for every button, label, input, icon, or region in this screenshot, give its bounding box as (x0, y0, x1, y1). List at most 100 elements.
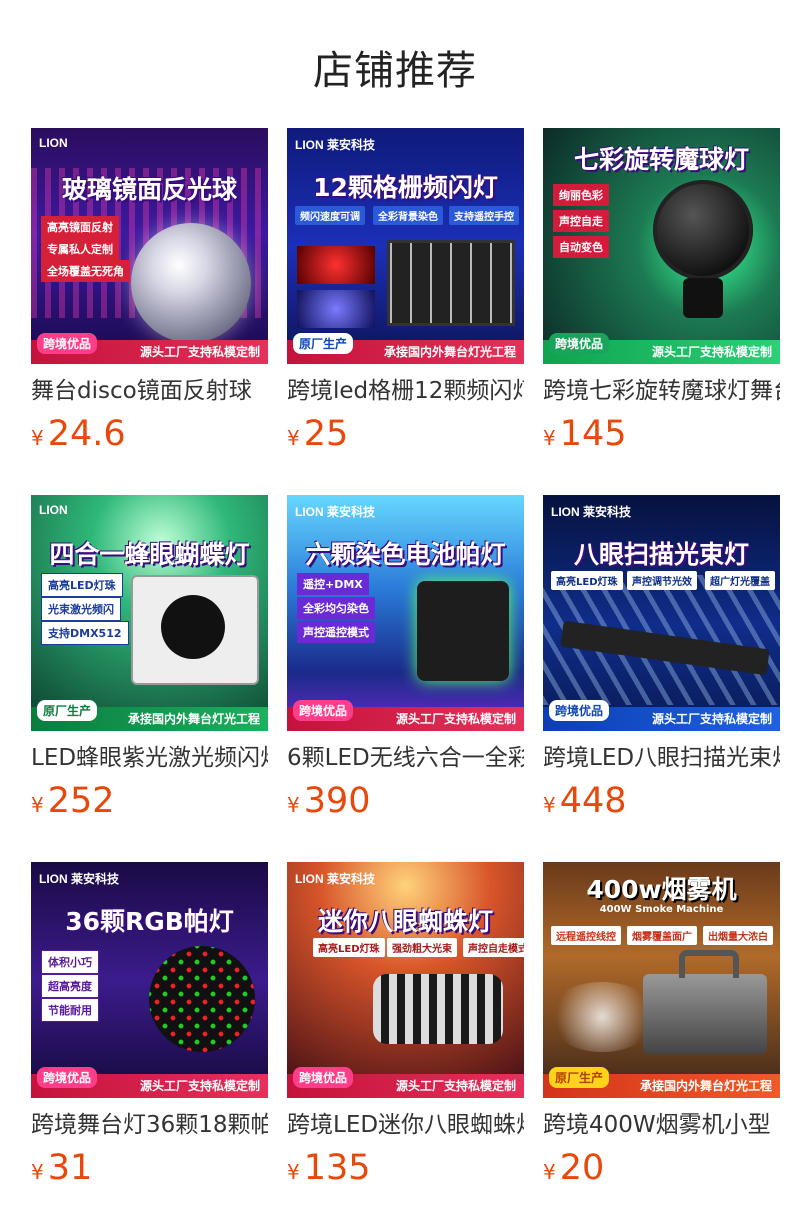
thumb-badge: 原厂生产 (37, 700, 98, 721)
product-card[interactable]: LION 莱安科技 六颗染色电池帕灯 遥控+DMX 全彩均匀染色 声控遥控模式 … (287, 495, 524, 827)
product-price: ¥390 (287, 781, 524, 827)
feature-tag: 烟雾覆盖面广 (627, 926, 697, 945)
brand-logo: LION (39, 503, 68, 517)
product-name[interactable]: 舞台disco镜面反射球 (31, 376, 268, 406)
feature-tag: 声控自走模式 (463, 938, 524, 957)
product-thumbnail[interactable]: LION 莱安科技 迷你八眼蜘蛛灯 高亮LED灯珠 强劲粗大光束 声控自走模式 … (287, 862, 524, 1098)
feature-tag: 高亮LED灯珠 (551, 571, 623, 590)
product-thumbnail[interactable]: LION 莱安科技 12颗格栅频闪灯 频闪速度可调 全彩背景染色 支持遥控手控 … (287, 128, 524, 364)
product-thumbnail[interactable]: LION 玻璃镜面反光球 高亮镜面反射 专属私人定制 全场覆盖无死角 跨境优品 … (31, 128, 268, 364)
product-name[interactable]: 跨境七彩旋转魔球灯舞台灯 (543, 376, 780, 406)
product-thumbnail[interactable]: 七彩旋转魔球灯 绚丽色彩 声控自走 自动变色 跨境优品 源头工厂支持私模定制 (543, 128, 780, 364)
feature-chip: 节能耐用 (41, 998, 99, 1022)
thumb-headline: 四合一蜂眼蝴蝶灯 (49, 540, 250, 569)
price-currency: ¥ (287, 793, 300, 817)
product-name[interactable]: 跨境led格栅12颗频闪灯 (287, 376, 524, 406)
product-card[interactable]: LION 莱安科技 迷你八眼蜘蛛灯 高亮LED灯珠 强劲粗大光束 声控自走模式 … (287, 862, 524, 1194)
feature-chip: 全场覆盖无死角 (41, 260, 130, 282)
feature-chip: 超高亮度 (41, 974, 99, 998)
price-value: 24.6 (47, 414, 126, 454)
thumb-footer-text: 源头工厂支持私模定制 (651, 712, 772, 726)
brand-logo: LION 莱安科技 (295, 505, 375, 519)
product-card[interactable]: LION 四合一蜂眼蝴蝶灯 高亮LED灯珠 光束激光频闪 支持DMX512 原厂… (31, 495, 268, 827)
ball-base-graphic (683, 278, 723, 318)
feature-chip: 自动变色 (553, 236, 609, 258)
product-card[interactable]: 400w烟雾机 400W Smoke Machine 远程遥控线控 烟雾覆盖面广… (543, 862, 780, 1194)
feature-chip: 绚丽色彩 (553, 184, 609, 206)
red-light-preview (297, 246, 375, 284)
thumb-badge: 跨境优品 (549, 700, 610, 721)
feature-tag: 超广灯光覆盖 (705, 571, 775, 590)
product-name[interactable]: 跨境LED八眼扫描光束灯 (543, 743, 780, 773)
product-price: ¥24.6 (31, 414, 268, 460)
product-price: ¥448 (543, 781, 780, 827)
price-currency: ¥ (287, 426, 300, 450)
product-card[interactable]: 七彩旋转魔球灯 绚丽色彩 声控自走 自动变色 跨境优品 源头工厂支持私模定制 跨… (543, 128, 780, 460)
thumb-badge: 跨境优品 (293, 700, 354, 721)
product-card[interactable]: LION 莱安科技 12颗格栅频闪灯 频闪速度可调 全彩背景染色 支持遥控手控 … (287, 128, 524, 460)
feature-chip: 体积小巧 (41, 950, 99, 974)
thumb-footer-text: 承接国内外舞台灯光工程 (127, 712, 260, 726)
product-card[interactable]: LION 莱安科技 八眼扫描光束灯 高亮LED灯珠 声控调节光效 超广灯光覆盖 … (543, 495, 780, 827)
product-thumbnail[interactable]: 400w烟雾机 400W Smoke Machine 远程遥控线控 烟雾覆盖面广… (543, 862, 780, 1098)
price-value: 25 (303, 414, 349, 454)
product-card[interactable]: LION 玻璃镜面反光球 高亮镜面反射 专属私人定制 全场覆盖无死角 跨境优品 … (31, 128, 268, 460)
feature-chip: 高亮镜面反射 (41, 216, 119, 238)
price-value: 20 (559, 1148, 605, 1188)
feature-chip: 声控自走 (553, 210, 609, 232)
product-name[interactable]: 6颗LED无线六合一全彩帕灯 (287, 743, 524, 773)
mirror-ball-graphic (131, 223, 251, 343)
brand-logo: LION 莱安科技 (551, 505, 631, 519)
product-price: ¥25 (287, 414, 524, 460)
product-card[interactable]: LION 莱安科技 36颗RGB帕灯 体积小巧 超高亮度 节能耐用 跨境优品 源… (31, 862, 268, 1194)
product-price: ¥252 (31, 781, 268, 827)
page-title: 店铺推荐 (313, 48, 477, 94)
feature-chip: 支持DMX512 (41, 621, 129, 645)
price-currency: ¥ (31, 426, 44, 450)
product-thumbnail[interactable]: LION 莱安科技 八眼扫描光束灯 高亮LED灯珠 声控调节光效 超广灯光覆盖 … (543, 495, 780, 731)
price-currency: ¥ (543, 426, 556, 450)
thumb-headline: 迷你八眼蜘蛛灯 (317, 907, 493, 936)
product-thumbnail[interactable]: LION 莱安科技 六颗染色电池帕灯 遥控+DMX 全彩均匀染色 声控遥控模式 … (287, 495, 524, 731)
smoke-cloud-graphic (547, 982, 657, 1052)
thumb-headline: 36颗RGB帕灯 (65, 907, 234, 936)
thumb-headline: 八眼扫描光束灯 (573, 540, 749, 569)
feature-tag: 频闪速度可调 (295, 206, 365, 225)
price-value: 252 (47, 781, 115, 821)
product-thumbnail[interactable]: LION 莱安科技 36颗RGB帕灯 体积小巧 超高亮度 节能耐用 跨境优品 源… (31, 862, 268, 1098)
feature-tag: 支持遥控手控 (449, 206, 519, 225)
price-value: 135 (303, 1148, 371, 1188)
brand-logo: LION 莱安科技 (295, 872, 375, 886)
thumb-badge: 跨境优品 (37, 333, 98, 354)
brand-logo: LION 莱安科技 (39, 872, 119, 886)
product-name[interactable]: 跨境舞台灯36颗18颗帕灯 (31, 1110, 268, 1140)
thumb-footer-text: 承接国内外舞台灯光工程 (639, 1079, 772, 1093)
price-value: 145 (559, 414, 627, 454)
price-currency: ¥ (543, 1160, 556, 1184)
product-name[interactable]: 跨境LED迷你八眼蜘蛛灯 (287, 1110, 524, 1140)
feature-chip: 高亮LED灯珠 (41, 573, 123, 597)
strobe-light-graphic (387, 240, 515, 326)
price-value: 448 (559, 781, 627, 821)
feature-tag: 声控调节光效 (627, 571, 697, 590)
butterfly-light-lens (161, 595, 225, 659)
thumb-headline: 玻璃镜面反光球 (61, 175, 237, 204)
price-currency: ¥ (31, 1160, 44, 1184)
thumb-footer-text: 源头工厂支持私模定制 (139, 345, 260, 359)
thumb-headline: 六颗染色电池帕灯 (305, 540, 506, 569)
product-price: ¥31 (31, 1148, 268, 1194)
brand-logo: LION 莱安科技 (295, 138, 375, 152)
thumb-footer-text: 承接国内外舞台灯光工程 (383, 345, 516, 359)
thumb-footer-text: 源头工厂支持私模定制 (139, 1079, 260, 1093)
magic-ball-graphic (653, 180, 753, 280)
thumb-badge: 跨境优品 (37, 1067, 98, 1088)
feature-chip: 遥控+DMX (297, 573, 369, 595)
brand-logo: LION (39, 136, 68, 150)
thumb-headline: 400w烟雾机 (586, 875, 737, 904)
price-value: 31 (47, 1148, 93, 1188)
feature-tag: 远程遥控线控 (551, 926, 621, 945)
product-name[interactable]: LED蜂眼紫光激光频闪灯 (31, 743, 268, 773)
product-thumbnail[interactable]: LION 四合一蜂眼蝴蝶灯 高亮LED灯珠 光束激光频闪 支持DMX512 原厂… (31, 495, 268, 731)
price-currency: ¥ (31, 793, 44, 817)
product-name[interactable]: 跨境400W烟雾机小型 (543, 1110, 780, 1140)
